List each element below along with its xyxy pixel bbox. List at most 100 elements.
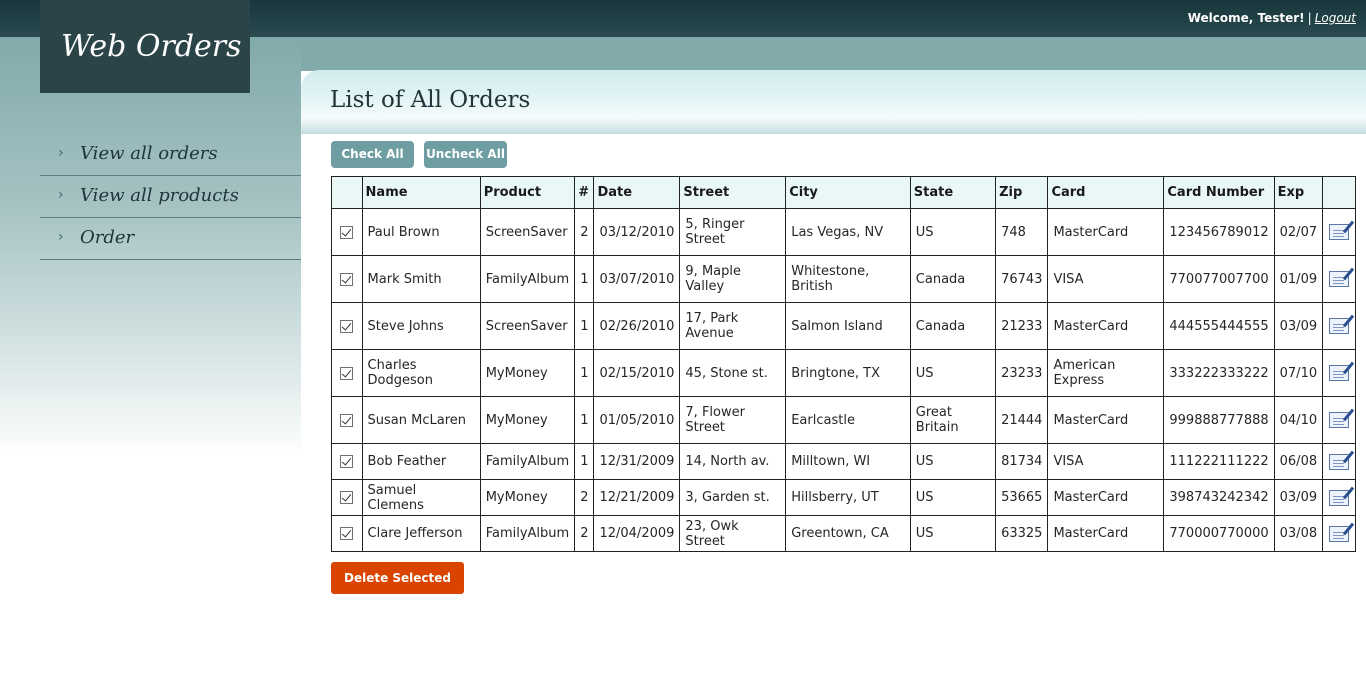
row-checkbox[interactable] [340, 413, 354, 427]
cell-state: Canada [909, 255, 997, 303]
row-checkbox[interactable] [340, 491, 354, 504]
row-select-cell [331, 396, 363, 444]
edit-icon[interactable] [1329, 224, 1350, 240]
column-header-street: Street [679, 176, 787, 209]
column-header-exp: Exp [1273, 176, 1324, 209]
cell-name: Paul Brown [361, 208, 481, 256]
row-select-cell [331, 443, 363, 480]
cell-state: Great Britain [909, 396, 997, 444]
cell-zip: 81734 [995, 443, 1049, 480]
chevron-right-icon: › [58, 229, 64, 245]
cell-card: VISA [1047, 255, 1165, 303]
table-row: Mark Smith FamilyAlbum 1 03/07/2010 9, M… [331, 255, 1356, 303]
logout-link[interactable]: Logout [1315, 11, 1356, 25]
cell-product: FamilyAlbum [479, 515, 576, 552]
column-header-quantity: # [574, 176, 595, 209]
cell-zip: 53665 [995, 479, 1049, 516]
cell-date: 12/31/2009 [593, 443, 681, 480]
row-select-cell [331, 302, 363, 350]
cell-city: Whitestone, British [785, 255, 911, 303]
cell-card-number: 770077007700 [1163, 255, 1275, 303]
delete-selected-button[interactable]: Delete Selected [331, 562, 464, 594]
cell-product: ScreenSaver [479, 302, 576, 350]
cell-state: Canada [909, 302, 997, 350]
cell-date: 03/12/2010 [593, 208, 681, 256]
cell-zip: 748 [995, 208, 1049, 256]
cell-card: MasterCard [1047, 396, 1165, 444]
cell-exp: 06/08 [1273, 443, 1324, 480]
row-edit-cell [1322, 349, 1356, 397]
nav-item-order[interactable]: › Order [40, 218, 301, 260]
cell-street: 17, Park Avenue [679, 302, 787, 350]
column-header-select [331, 176, 363, 209]
edit-icon[interactable] [1329, 525, 1350, 542]
cell-zip: 21233 [995, 302, 1049, 350]
welcome-separator: | [1307, 11, 1312, 25]
column-header-date: Date [593, 176, 681, 209]
cell-date: 02/26/2010 [593, 302, 681, 350]
table-row: Steve Johns ScreenSaver 1 02/26/2010 17,… [331, 302, 1356, 350]
edit-icon[interactable] [1329, 365, 1350, 381]
row-checkbox[interactable] [340, 272, 354, 286]
column-header-card-number: Card Number [1163, 176, 1275, 209]
cell-product: MyMoney [479, 479, 576, 516]
cell-city: Earlcastle [785, 396, 911, 444]
check-all-button[interactable]: Check All [331, 141, 414, 168]
row-checkbox[interactable] [340, 366, 354, 380]
row-edit-cell [1322, 208, 1356, 256]
cell-state: US [909, 515, 997, 552]
cell-date: 12/21/2009 [593, 479, 681, 516]
edit-icon[interactable] [1329, 453, 1350, 470]
cell-city: Las Vegas, NV [785, 208, 911, 256]
cell-zip: 23233 [995, 349, 1049, 397]
column-header-city: City [785, 176, 911, 209]
row-edit-cell [1322, 443, 1356, 480]
table-header-row: Name Product # Date Street City State Zi… [331, 176, 1356, 209]
edit-icon[interactable] [1329, 318, 1350, 334]
cell-street: 23, Owk Street [679, 515, 787, 552]
cell-state: US [909, 349, 997, 397]
row-checkbox[interactable] [340, 319, 354, 333]
cell-card: MasterCard [1047, 302, 1165, 350]
cell-date: 03/07/2010 [593, 255, 681, 303]
cell-quantity: 2 [574, 479, 595, 516]
cell-quantity: 2 [574, 515, 595, 552]
cell-card-number: 333222333222 [1163, 349, 1275, 397]
cell-street: 5, Ringer Street [679, 208, 787, 256]
nav-item-view-all-products[interactable]: › View all products [40, 176, 301, 218]
row-checkbox[interactable] [340, 455, 354, 468]
cell-street: 14, North av. [679, 443, 787, 480]
row-select-cell [331, 208, 363, 256]
row-edit-cell [1322, 479, 1356, 516]
edit-icon[interactable] [1329, 412, 1350, 428]
row-edit-cell [1322, 302, 1356, 350]
cell-card-number: 398743242342 [1163, 479, 1275, 516]
edit-icon[interactable] [1329, 271, 1350, 287]
cell-product: MyMoney [479, 396, 576, 444]
cell-exp: 01/09 [1273, 255, 1324, 303]
table-row: Paul Brown ScreenSaver 2 03/12/2010 5, R… [331, 208, 1356, 256]
cell-card: VISA [1047, 443, 1165, 480]
cell-quantity: 1 [574, 349, 595, 397]
uncheck-all-button[interactable]: Uncheck All [424, 141, 507, 168]
cell-exp: 03/09 [1273, 479, 1324, 516]
nav-item-view-all-orders[interactable]: › View all orders [40, 134, 301, 176]
cell-name: Bob Feather [361, 443, 481, 480]
row-edit-cell [1322, 396, 1356, 444]
cell-card-number: 123456789012 [1163, 208, 1275, 256]
cell-product: ScreenSaver [479, 208, 576, 256]
row-checkbox[interactable] [340, 225, 354, 239]
table-row: Bob Feather FamilyAlbum 1 12/31/2009 14,… [331, 443, 1356, 480]
cell-exp: 03/09 [1273, 302, 1324, 350]
cell-quantity: 1 [574, 302, 595, 350]
cell-city: Hillsberry, UT [785, 479, 911, 516]
cell-exp: 03/08 [1273, 515, 1324, 552]
cell-street: 9, Maple Valley [679, 255, 787, 303]
row-checkbox[interactable] [340, 527, 354, 540]
cell-product: FamilyAlbum [479, 443, 576, 480]
column-header-product: Product [479, 176, 576, 209]
nav-item-label: Order [80, 227, 135, 248]
cell-zip: 21444 [995, 396, 1049, 444]
edit-icon[interactable] [1329, 489, 1350, 506]
row-edit-cell [1322, 515, 1356, 552]
